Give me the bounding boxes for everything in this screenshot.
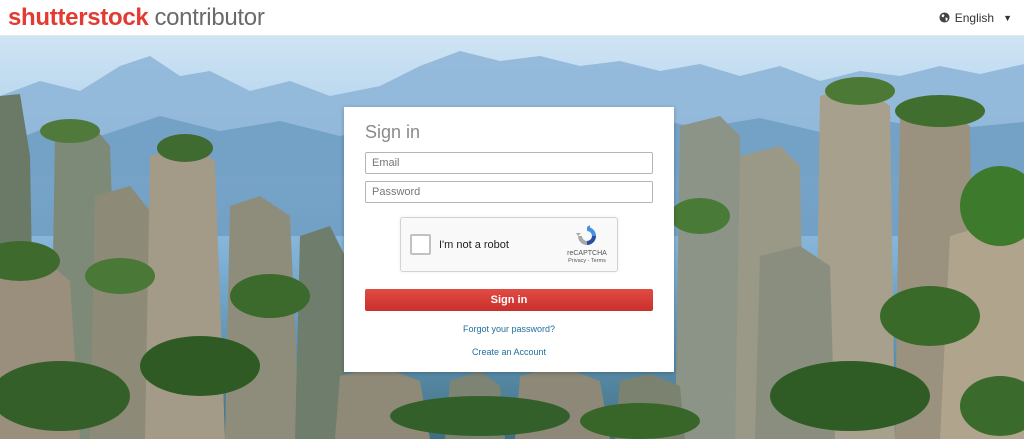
globe-icon — [939, 12, 950, 23]
forgot-password-link[interactable]: Forgot your password? — [365, 324, 653, 334]
recaptcha-checkbox[interactable] — [410, 234, 431, 255]
recaptcha-brand-name: reCAPTCHA — [567, 250, 607, 257]
language-label: English — [954, 10, 995, 25]
recaptcha-privacy-terms[interactable]: Privacy - Terms — [568, 258, 606, 264]
top-bar: shutterstock contributor English ▼ — [0, 0, 1024, 36]
logo[interactable]: shutterstock contributor — [8, 4, 265, 32]
caret-down-icon: ▼ — [1003, 12, 1012, 23]
recaptcha-brand: reCAPTCHA Privacy - Terms — [564, 224, 610, 264]
logo-brand: shutterstock — [8, 3, 149, 31]
language-selector[interactable]: English ▼ — [939, 11, 1012, 25]
recaptcha-widget: I'm not a robot reCAPTCHA Privacy - Term… — [400, 217, 618, 272]
recaptcha-icon — [576, 225, 596, 245]
create-account-link[interactable]: Create an Account — [365, 347, 653, 357]
signin-title: Sign in — [365, 122, 421, 142]
signin-button[interactable]: Sign in — [365, 289, 653, 311]
password-field[interactable] — [365, 181, 653, 203]
email-field[interactable] — [365, 152, 653, 174]
recaptcha-label: I'm not a robot — [439, 238, 509, 251]
signin-card: Sign in I'm not a robot reCAPTCHA Privac… — [344, 107, 674, 372]
logo-subtitle: contributor — [154, 3, 265, 31]
